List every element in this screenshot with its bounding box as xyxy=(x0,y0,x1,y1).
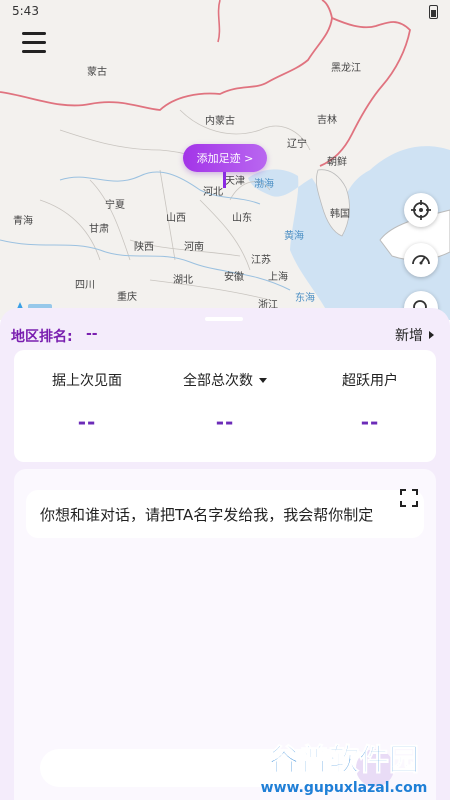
stat-surpassed-users: 超跃用户 -- xyxy=(300,370,440,434)
add-new-label: 新增 xyxy=(395,328,423,344)
stats-card: 据上次见面 -- 全部总次数 -- 超跃用户 -- xyxy=(14,350,436,462)
map-label-shanghai: 上海 xyxy=(268,272,288,283)
chevron-right-icon xyxy=(429,331,434,339)
crosshair-icon[interactable] xyxy=(404,193,438,227)
map-label-henan: 河南 xyxy=(184,242,204,253)
stat-title: 据上次见面 xyxy=(52,373,122,389)
map-label-gansu: 甘肃 xyxy=(89,224,109,235)
location-pin-icon xyxy=(223,172,226,188)
map-label-east-sea: 东海 xyxy=(295,293,315,304)
svg-text:谷普软件园: 谷普软件园 xyxy=(269,743,419,778)
region-rank-value: -- xyxy=(86,326,98,342)
stat-total-count[interactable]: 全部总次数 -- xyxy=(155,370,295,434)
bottom-sheet: 地区排名: -- 新增 据上次见面 -- 全部总次数 -- 超跃用户 -- 你想… xyxy=(0,308,450,800)
svg-text:www.gupuxlazal.com: www.gupuxlazal.com xyxy=(261,780,428,796)
stat-title[interactable]: 全部总次数 xyxy=(183,370,267,390)
map-label-yellow-sea: 黄海 xyxy=(284,231,304,242)
region-rank-label: 地区排名: xyxy=(11,329,73,345)
status-time: 5:43 xyxy=(12,4,39,18)
menu-icon[interactable] xyxy=(22,32,54,60)
map-label-jiangsu: 江苏 xyxy=(251,255,271,266)
add-footprint-button[interactable]: 添加足迹 > xyxy=(183,144,267,172)
map-label-jilin: 吉林 xyxy=(317,115,337,126)
map-label-anhui: 安徽 xyxy=(224,272,244,283)
map-label-bohai: 渤海 xyxy=(254,179,274,190)
speedometer-icon[interactable] xyxy=(404,243,438,277)
map-label-hebei: 河北 xyxy=(203,187,223,198)
map-label-qinghai: 青海 xyxy=(13,216,33,227)
site-watermark: 谷普软件园 www.gupuxlazal.com xyxy=(261,743,428,797)
fullscreen-icon[interactable] xyxy=(398,487,420,509)
map-label-hubei: 湖北 xyxy=(173,275,193,286)
chat-message-text: 你想和谁对话，请把TA名字发给我，我会帮你制定 xyxy=(40,506,374,524)
chat-message-bubble: 你想和谁对话，请把TA名字发给我，我会帮你制定 xyxy=(26,490,424,538)
stat-value: -- xyxy=(360,410,380,434)
map-label-chongqing: 重庆 xyxy=(117,292,137,303)
stat-value: -- xyxy=(215,410,235,434)
map-label-north-korea: 朝鲜 xyxy=(327,157,347,168)
map-label-shanxi: 山西 xyxy=(166,213,186,224)
status-bar: 5:43 xyxy=(0,0,450,24)
map-label-inner-mongolia: 内蒙古 xyxy=(205,116,235,127)
map-label-liaoning: 辽宁 xyxy=(287,139,307,150)
battery-icon xyxy=(429,5,438,19)
drag-handle[interactable] xyxy=(205,317,243,321)
map-label-shandong: 山东 xyxy=(232,213,252,224)
add-new-button[interactable]: 新增 xyxy=(395,325,434,345)
map-view[interactable]: 蒙古 黑龙江 内蒙古 吉林 辽宁 朝鲜 天津 河北 宁夏 青海 甘肃 山西 山东… xyxy=(0,0,450,320)
stat-since-last-meet: 据上次见面 -- xyxy=(17,370,157,434)
caret-down-icon xyxy=(259,377,267,383)
map-label-ningxia: 宁夏 xyxy=(105,200,125,211)
map-label-sichuan: 四川 xyxy=(75,280,95,291)
map-label-south-korea: 韩国 xyxy=(330,209,350,220)
map-label-mongolia: 蒙古 xyxy=(87,67,107,78)
map-label-shaanxi: 陕西 xyxy=(134,242,154,253)
stat-value: -- xyxy=(77,410,97,434)
map-label-heilongjiang: 黑龙江 xyxy=(331,63,361,74)
stat-title: 超跃用户 xyxy=(342,373,398,389)
map-label-tianjin: 天津 xyxy=(225,176,245,187)
